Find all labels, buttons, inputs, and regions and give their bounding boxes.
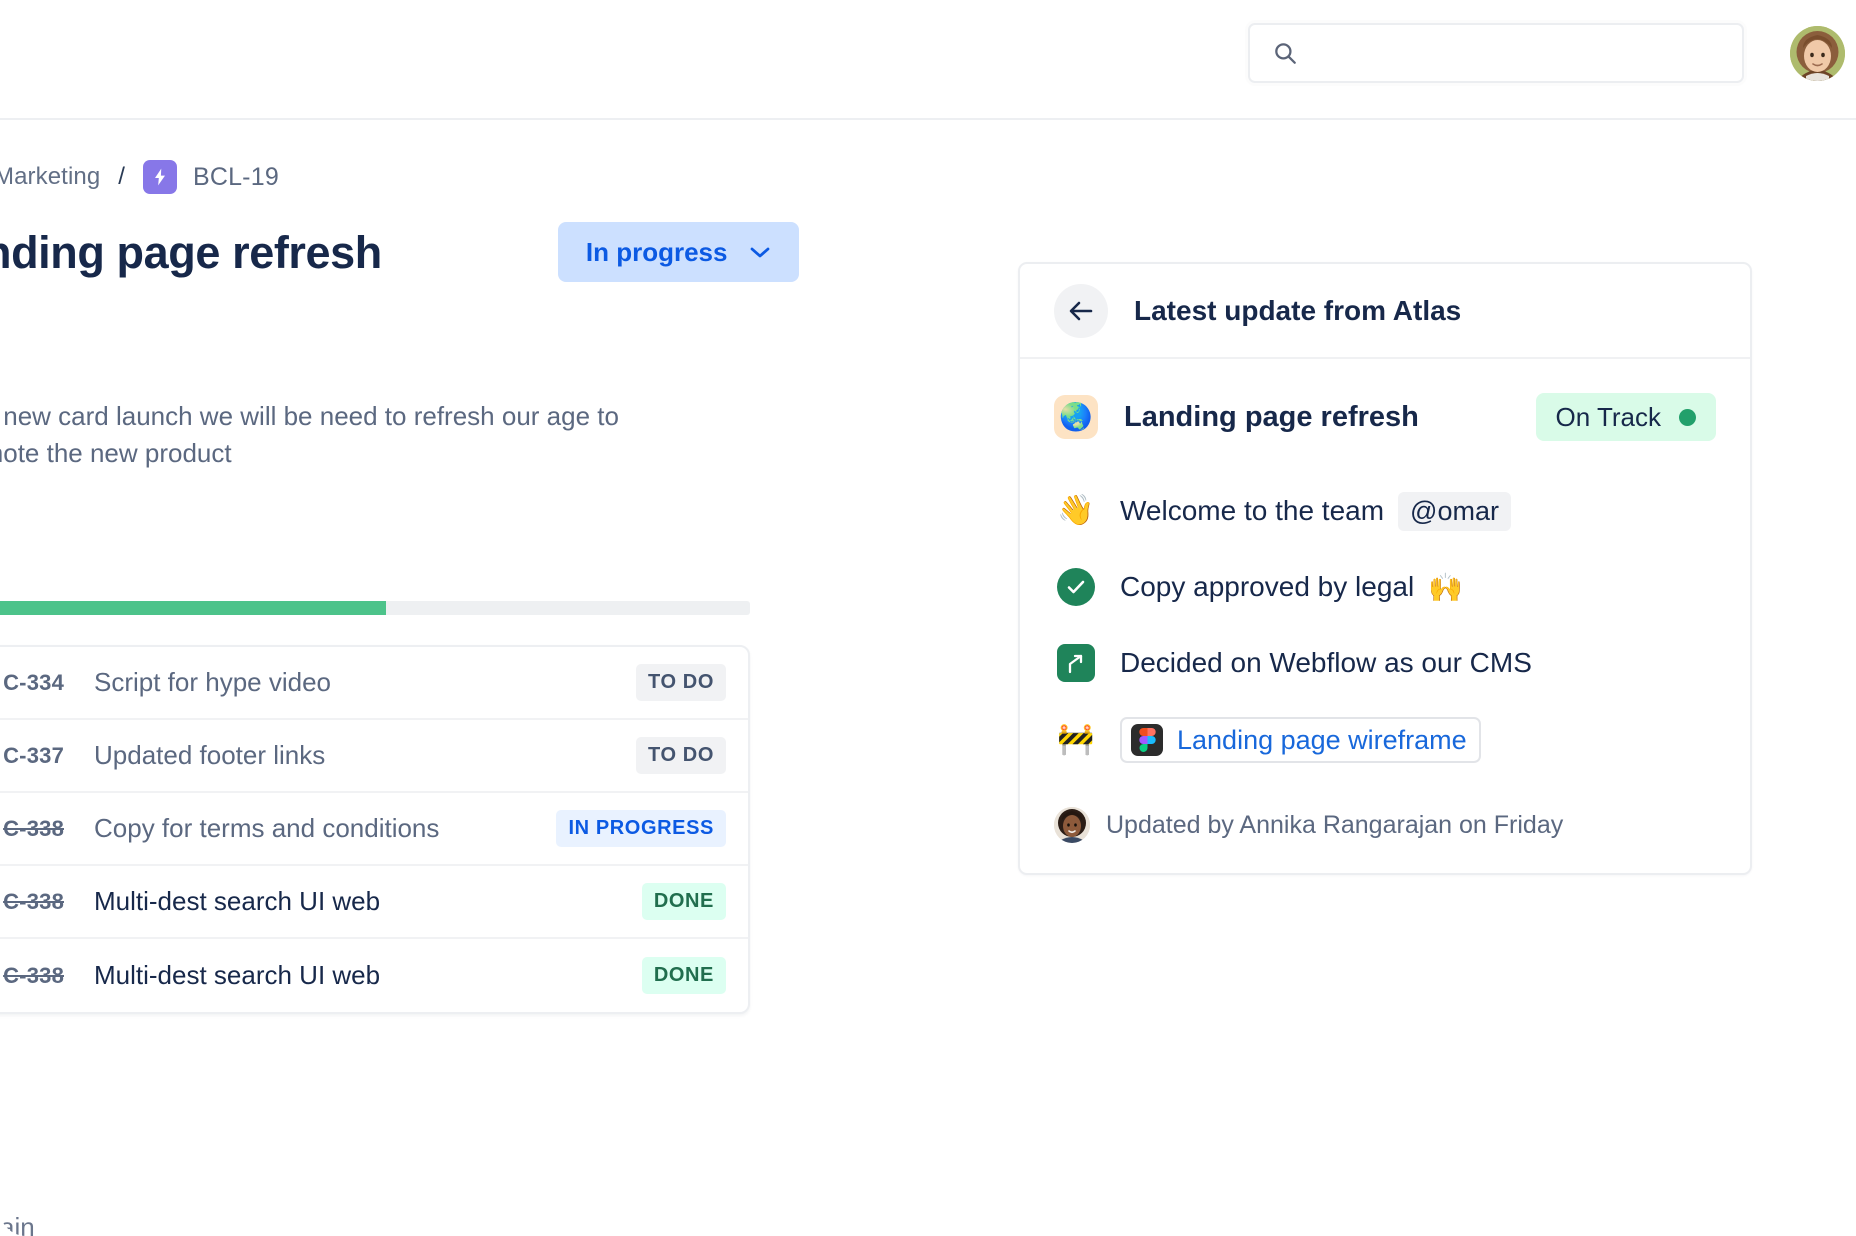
below-card-text: ain [0,1212,35,1236]
status-dot-icon [1679,409,1696,426]
issue-key[interactable]: C-338 [0,889,64,915]
issue-summary[interactable]: Copy for terms and conditions [94,813,556,844]
issue-key[interactable]: C-338 [0,816,64,842]
issue-key[interactable]: C-338 [0,963,64,989]
status-dropdown-label: In progress [586,237,728,268]
atlas-update-panel: Latest update from Atlas 🌏 Landing page … [1018,262,1752,875]
issue-summary[interactable]: Script for hype video [94,667,636,698]
list-item-text: Welcome to the team @omar [1120,492,1511,531]
status-badge-label: On Track [1556,402,1661,433]
lightning-bolt-icon [143,160,177,194]
list-item-label: Copy approved by legal [1120,571,1414,603]
issue-summary[interactable]: Multi-dest search UI web [94,960,642,991]
chevron-down-icon [749,245,771,259]
table-row[interactable]: C-337 Updated footer linksTO DO [0,720,748,793]
description-body: f our new card launch we will be need to… [0,398,644,472]
decision-fork-icon [1054,644,1098,682]
list-item: Copy approved by legal 🙌 [1054,565,1716,609]
smart-link-label: Landing page wireframe [1177,725,1467,756]
breadcrumb-project[interactable]: Marketing [0,163,100,191]
list-item-label: Welcome to the team [1120,495,1384,527]
list-item: 👋 Welcome to the team @omar [1054,489,1716,533]
table-row[interactable]: C-334 Script for hype videoTO DO [0,647,748,720]
status-badge: On Track [1536,393,1716,441]
atlas-project-row: 🌏 Landing page refresh On Track [1054,393,1716,441]
status-badge[interactable]: DONE [642,957,726,994]
issue-summary[interactable]: Multi-dest search UI web [94,886,642,917]
status-dropdown-button[interactable]: In progress [558,222,800,282]
list-item-label: Decided on Webflow as our CMS [1120,647,1532,679]
list-item: 🚧 Landing page wireframe [1054,717,1716,763]
breadcrumb-issue-key[interactable]: BCL-19 [193,163,279,192]
table-row[interactable]: C-338 Multi-dest search UI webDONE [0,866,748,939]
waving-hand-icon: 👋 [1054,496,1098,526]
issue-key[interactable]: C-334 [0,670,64,696]
annika-avatar [1054,807,1090,843]
avatar[interactable] [1790,26,1845,81]
search-input[interactable] [1298,25,1742,81]
issue-title-row: nding page refresh In progress [0,222,799,282]
construction-barrier-icon: 🚧 [1054,725,1098,755]
issues-list-card: C-334Script for hype videoTO DOC-337Upda… [0,645,750,1014]
status-badge[interactable]: TO DO [636,737,726,774]
globe-icon: 🌏 [1054,395,1098,439]
issues-progress-fill [0,601,386,615]
issue-summary[interactable]: Updated footer links [94,740,636,771]
atlas-footer-text: Updated by Annika Rangarajan on Friday [1106,811,1563,840]
issues-heading: ues [0,544,1,575]
arrow-left-icon [1067,299,1095,323]
table-row[interactable]: C-338 Multi-dest search UI webDONE [0,939,748,1012]
list-item-text: Copy approved by legal 🙌 [1120,571,1463,604]
check-circle-icon [1054,568,1098,606]
status-badge[interactable]: IN PROGRESS [556,810,726,847]
page-title: nding page refresh [0,230,382,275]
atlas-project-name[interactable]: Landing page refresh [1124,401,1419,434]
status-badge[interactable]: TO DO [636,664,726,701]
breadcrumb: Marketing / BCL-19 [0,160,279,194]
raised-hands-icon: 🙌 [1428,571,1463,604]
issues-progress-bar [0,601,750,615]
status-badge[interactable]: DONE [642,883,726,920]
issue-key[interactable]: C-337 [0,743,64,769]
list-item-text: Decided on Webflow as our CMS [1120,647,1532,679]
app-window: Marketing / BCL-19 nding page refresh In… [0,0,1856,1236]
atlas-panel-title: Latest update from Atlas [1134,295,1461,327]
atlas-item-list: 👋 Welcome to the team @omar Copy approved b… [1054,489,1716,763]
list-item-text: Landing page wireframe [1120,717,1481,763]
search-box[interactable] [1248,23,1744,83]
mention-chip[interactable]: @omar [1398,492,1511,531]
figma-icon [1131,724,1163,756]
breadcrumb-separator: / [118,163,125,191]
atlas-panel-body: 🌏 Landing page refresh On Track 👋 Welcome… [1020,359,1750,873]
list-item: Decided on Webflow as our CMS [1054,641,1716,685]
atlas-footer: Updated by Annika Rangarajan on Friday [1054,807,1716,843]
search-icon [1272,40,1298,66]
smart-link[interactable]: Landing page wireframe [1120,717,1481,763]
atlas-panel-header: Latest update from Atlas [1020,264,1750,359]
back-button[interactable] [1054,284,1108,338]
top-navigation-bar [0,0,1856,120]
table-row[interactable]: C-338 Copy for terms and conditionsIN PRO… [0,793,748,866]
